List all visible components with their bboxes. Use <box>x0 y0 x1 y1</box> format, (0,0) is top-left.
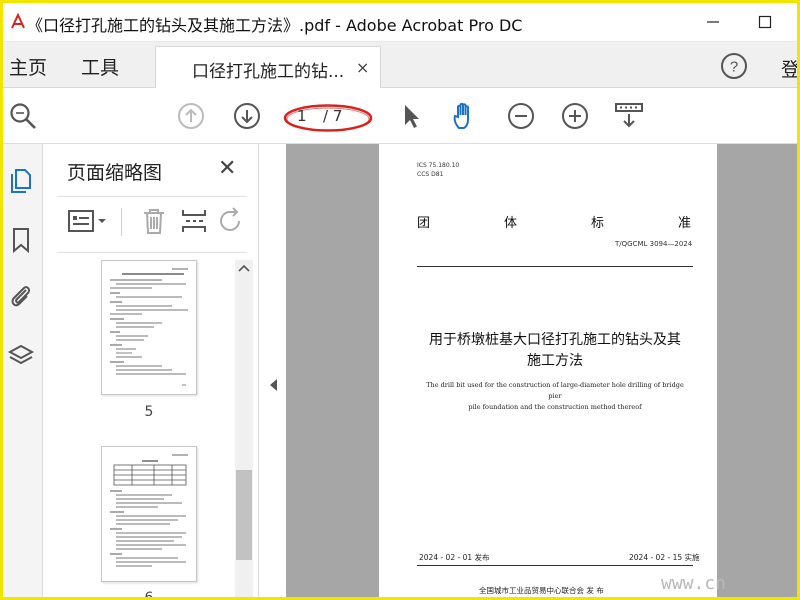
toolbar: 1 / 7 <box>3 88 797 144</box>
previous-page-button[interactable] <box>175 100 207 132</box>
effective-date: 2024 - 02 - 15 实施 <box>629 553 700 562</box>
chevron-up-icon[interactable] <box>235 260 253 278</box>
sign-in-link[interactable]: 登录 <box>781 55 797 82</box>
divider <box>121 208 122 236</box>
rotate-page-icon[interactable] <box>219 206 243 236</box>
divider <box>57 196 247 197</box>
ccs-code: CCS D81 <box>417 171 444 178</box>
scrollbar-thumb[interactable] <box>236 470 252 560</box>
title-line: 施工方法 <box>527 353 583 369</box>
page-preview <box>110 454 188 567</box>
minimize-icon <box>707 21 719 23</box>
thumbnail-page-6[interactable] <box>101 446 197 582</box>
layers-icon[interactable] <box>7 342 35 370</box>
thumbnail-page-number: 6 <box>144 590 154 600</box>
panel-title: 页面缩略图 <box>67 162 163 184</box>
document-view[interactable]: ICS 75.180.10 CCS D81 团 体 标 准 T/QGCML 30… <box>259 144 797 597</box>
publish-date: 2024 - 02 - 01 发布 <box>419 553 490 562</box>
pdf-page: ICS 75.180.10 CCS D81 团 体 标 准 T/QGCML 30… <box>379 144 717 597</box>
insert-page-icon[interactable] <box>179 206 209 236</box>
zoom-out-button[interactable] <box>505 100 537 132</box>
search-icon <box>10 103 36 129</box>
subtitle-line: pile foundation and the construction met… <box>468 403 642 411</box>
tab-document[interactable]: 口径打孔施工的钻... × <box>155 46 381 88</box>
delete-page-icon[interactable] <box>139 206 169 236</box>
divider <box>417 266 693 267</box>
tab-home[interactable]: 主页 <box>9 53 47 80</box>
tab-tools[interactable]: 工具 <box>81 53 119 80</box>
navigation-rail <box>3 144 43 597</box>
thumbnail-page-5[interactable] <box>101 260 197 395</box>
subtitle-line: The drill bit used for the construction … <box>426 381 684 400</box>
zoom-in-button[interactable] <box>559 100 591 132</box>
thumbnails-scrollbar[interactable] <box>235 260 253 597</box>
zoom-in-icon <box>562 103 588 129</box>
heading-char: 准 <box>677 216 691 231</box>
page-up-icon <box>178 103 204 129</box>
zoom-out-icon <box>508 103 534 129</box>
minimize-button[interactable] <box>693 7 733 37</box>
window-title: 《口径打孔施工的钻头及其施工方法》.pdf - Adobe Acrobat Pr… <box>27 16 523 35</box>
help-icon[interactable]: ? <box>719 51 749 81</box>
svg-text:?: ? <box>730 59 738 76</box>
hand-tool-icon <box>453 102 469 129</box>
current-page-input[interactable]: 1 <box>297 107 307 125</box>
page-down-icon <box>234 103 260 129</box>
maximize-button[interactable] <box>745 7 785 37</box>
heading-char: 标 <box>590 216 604 231</box>
document-tab-label: 口径打孔施工的钻... <box>192 62 345 82</box>
fit-page-icon <box>615 103 643 128</box>
document-title: 用于桥墩桩基大口径打孔施工的钻头及其 施工方法 <box>417 330 693 372</box>
fit-page-button[interactable] <box>613 100 645 132</box>
thumbnail-options-icon[interactable] <box>67 206 111 236</box>
bookmark-icon[interactable] <box>7 226 35 254</box>
tab-bar: 主页 工具 口径打孔施工的钻... × ? 登录 <box>3 42 797 88</box>
title-bar: 《口径打孔施工的钻头及其施工方法》.pdf - Adobe Acrobat Pr… <box>3 3 797 42</box>
heading-char: 团 <box>417 216 431 231</box>
page-preview <box>110 268 188 386</box>
next-page-button[interactable] <box>231 100 263 132</box>
title-line: 用于桥墩桩基大口径打孔施工的钻头及其 <box>429 332 681 348</box>
close-panel-button[interactable]: ✕ <box>218 156 236 181</box>
search-button[interactable] <box>7 100 39 132</box>
maximize-icon <box>758 15 772 29</box>
thumbnail-page-number: 5 <box>144 404 154 420</box>
screen-frame: 《口径打孔施工的钻头及其施工方法》.pdf - Adobe Acrobat Pr… <box>0 0 800 600</box>
acrobat-logo-icon <box>11 13 25 29</box>
close-tab-button[interactable]: × <box>356 58 369 77</box>
select-pointer-icon <box>405 105 419 128</box>
standard-heading: 团 体 标 准 <box>417 212 691 231</box>
page-number-box: 1 / 7 <box>283 102 373 132</box>
english-title: The drill bit used for the construction … <box>423 380 687 413</box>
ics-code: ICS 75.180.10 <box>417 162 460 169</box>
divider <box>57 252 247 253</box>
standard-code: T/QGCML 3094—2024 <box>615 240 693 248</box>
attachment-icon[interactable] <box>7 282 35 310</box>
hand-tool-button[interactable] <box>449 100 481 132</box>
thumbnails-panel: 页面缩略图 ✕ 5 6 <box>43 144 259 600</box>
page-thumbnails-icon[interactable] <box>7 166 35 194</box>
select-tool-button[interactable] <box>395 100 427 132</box>
divider <box>417 565 693 566</box>
heading-char: 体 <box>503 216 517 231</box>
collapse-panel-icon[interactable] <box>269 378 279 392</box>
publisher: 全国城市工业品贸易中心联合会 发 布 <box>479 586 604 595</box>
total-pages-label: / 7 <box>323 107 343 125</box>
panel-toggle-gutter <box>259 144 286 597</box>
watermark: www.cn <box>661 573 727 594</box>
